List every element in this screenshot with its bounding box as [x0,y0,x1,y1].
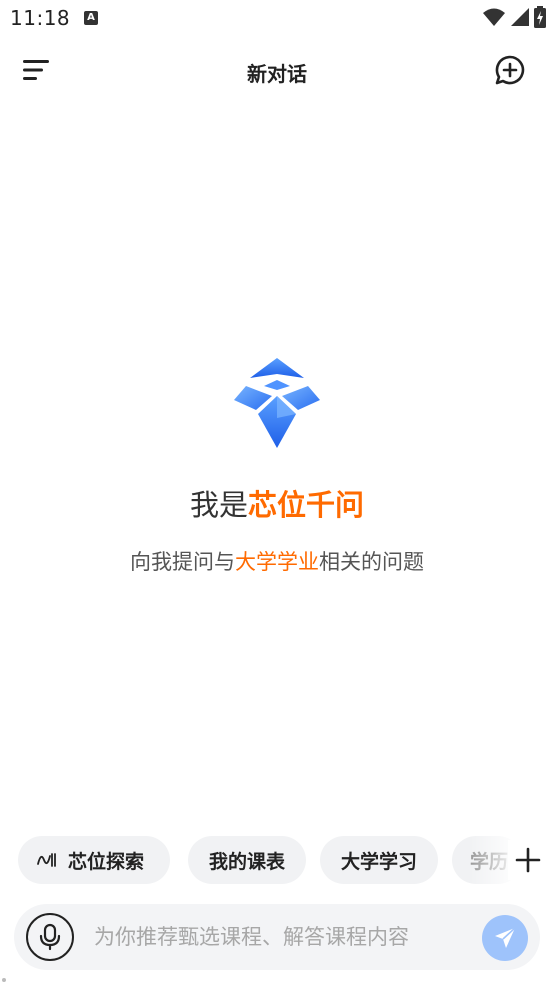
chip-label: 大学学习 [340,850,417,873]
page-title: 新对话 [247,62,307,86]
wifi-icon [483,8,505,26]
plus-icon [515,847,541,873]
chip-university-study[interactable]: 大学学习 [320,836,438,884]
status-bar: 11:18 A [0,0,554,38]
explore-wave-icon [37,853,56,867]
signal-icon [511,8,529,26]
kite-logo-icon [234,358,320,448]
hero-title-brand: 芯位千问 [248,488,365,522]
send-button[interactable] [482,915,528,961]
microphone-icon [39,923,61,951]
welcome-hero: 我是芯位千问 向我提问与大学学业相关的问题 [0,356,554,576]
hero-subtitle-accent: 大学学业 [235,550,319,574]
hero-subtitle: 向我提问与大学学业相关的问题 [0,546,554,576]
new-chat-icon [495,55,525,85]
battery-icon [534,6,546,28]
chip-label: 我的课表 [208,850,285,873]
suggestion-chips: 芯位探索 我的课表 大学学习 学历 [0,836,554,886]
a-badge-label: A [87,12,95,23]
voice-input-button[interactable] [26,913,74,961]
message-input[interactable] [94,920,474,954]
a-badge-icon: A [84,11,98,25]
bottom-indicator-dot [2,978,6,982]
chip-label: 芯位探索 [68,850,145,873]
new-chat-button[interactable] [490,52,530,88]
top-bar: 新对话 [0,44,554,96]
hero-subtitle-prefix: 向我提问与 [130,550,235,574]
status-indicators [482,6,546,28]
message-input-bar [14,904,540,970]
more-chips-button[interactable] [508,840,548,880]
hero-subtitle-suffix: 相关的问题 [319,550,424,574]
hero-title-prefix: 我是 [189,488,248,522]
status-time: 11:18 [10,6,71,30]
send-icon [495,927,516,948]
hero-title: 我是芯位千问 [0,482,554,524]
chip-explore[interactable]: 芯位探索 [18,836,170,884]
chip-my-schedule[interactable]: 我的课表 [188,836,306,884]
